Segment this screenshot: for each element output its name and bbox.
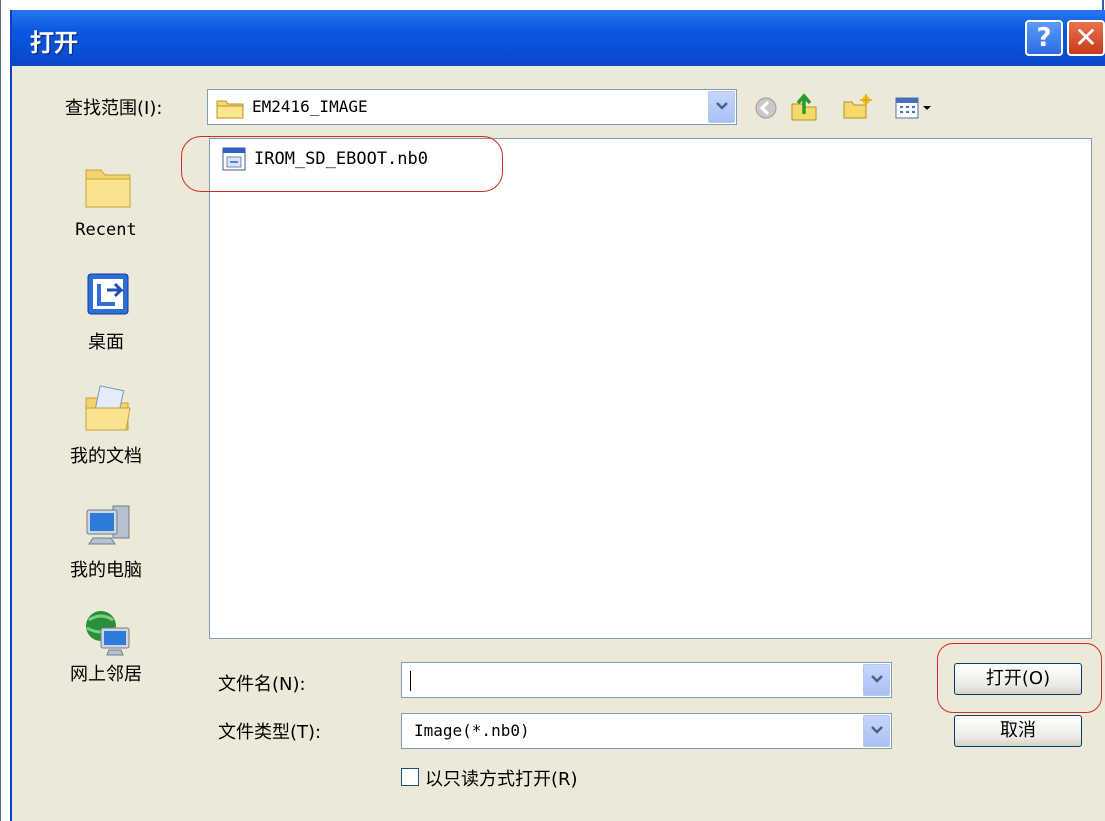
recent-folder-icon bbox=[83, 162, 133, 214]
help-button[interactable]: ? bbox=[1025, 20, 1063, 56]
new-folder-icon[interactable] bbox=[842, 94, 872, 124]
place-desktop[interactable]: 桌面 bbox=[31, 244, 181, 354]
filename-combo[interactable] bbox=[401, 662, 892, 698]
my-computer-icon bbox=[83, 500, 133, 552]
filetype-label: 文件类型(T): bbox=[218, 722, 322, 743]
folder-icon bbox=[216, 97, 244, 123]
up-folder-icon[interactable] bbox=[790, 92, 818, 126]
text-cursor bbox=[410, 671, 411, 691]
back-icon[interactable] bbox=[754, 96, 778, 124]
look-in-label: 查找范围(I): bbox=[65, 98, 163, 119]
highlight-annotation bbox=[937, 643, 1102, 713]
place-my-documents[interactable]: 我的文档 bbox=[31, 356, 181, 468]
title-bar[interactable]: 打开 ? ✕ bbox=[12, 10, 1105, 66]
place-label: Recent bbox=[75, 220, 137, 240]
filename-label: 文件名(N): bbox=[218, 674, 306, 695]
place-network[interactable]: 网上邻居 bbox=[31, 584, 181, 696]
close-button[interactable]: ✕ bbox=[1067, 20, 1105, 56]
my-documents-icon bbox=[83, 384, 133, 438]
filetype-combo[interactable]: Image(*.nb0) bbox=[401, 713, 892, 749]
place-recent[interactable]: Recent bbox=[31, 132, 181, 242]
filetype-dropdown-arrow[interactable] bbox=[863, 715, 890, 747]
network-places-icon bbox=[83, 608, 133, 662]
place-label: 网上邻居 bbox=[70, 664, 142, 685]
readonly-label: 以只读方式打开(R) bbox=[425, 769, 578, 790]
window-title: 打开 bbox=[30, 29, 78, 57]
open-dialog: 打开 ? ✕ 查找范围(I): EM2416_IMAGE Recent 桌面 我… bbox=[10, 10, 1105, 821]
place-label: 我的文档 bbox=[70, 446, 142, 467]
screen-edge-line bbox=[0, 0, 1, 821]
desktop-icon bbox=[85, 270, 131, 322]
places-bar: Recent 桌面 我的文档 我的电脑 网上邻居 bbox=[31, 132, 181, 698]
look-in-combo[interactable]: EM2416_IMAGE bbox=[207, 89, 737, 125]
place-label: 桌面 bbox=[88, 332, 124, 353]
filename-dropdown-arrow[interactable] bbox=[863, 664, 890, 696]
look-in-value: EM2416_IMAGE bbox=[252, 97, 368, 116]
view-menu-icon[interactable] bbox=[895, 96, 935, 124]
cancel-button[interactable]: 取消 bbox=[954, 715, 1082, 747]
filetype-value: Image(*.nb0) bbox=[414, 721, 530, 740]
place-my-computer[interactable]: 我的电脑 bbox=[31, 470, 181, 582]
file-list[interactable]: IROM_SD_EBOOT.nb0 bbox=[209, 138, 1092, 639]
readonly-checkbox[interactable] bbox=[401, 768, 419, 786]
look-in-dropdown-arrow[interactable] bbox=[708, 91, 735, 123]
highlight-annotation bbox=[181, 136, 503, 192]
place-label: 我的电脑 bbox=[70, 560, 142, 581]
